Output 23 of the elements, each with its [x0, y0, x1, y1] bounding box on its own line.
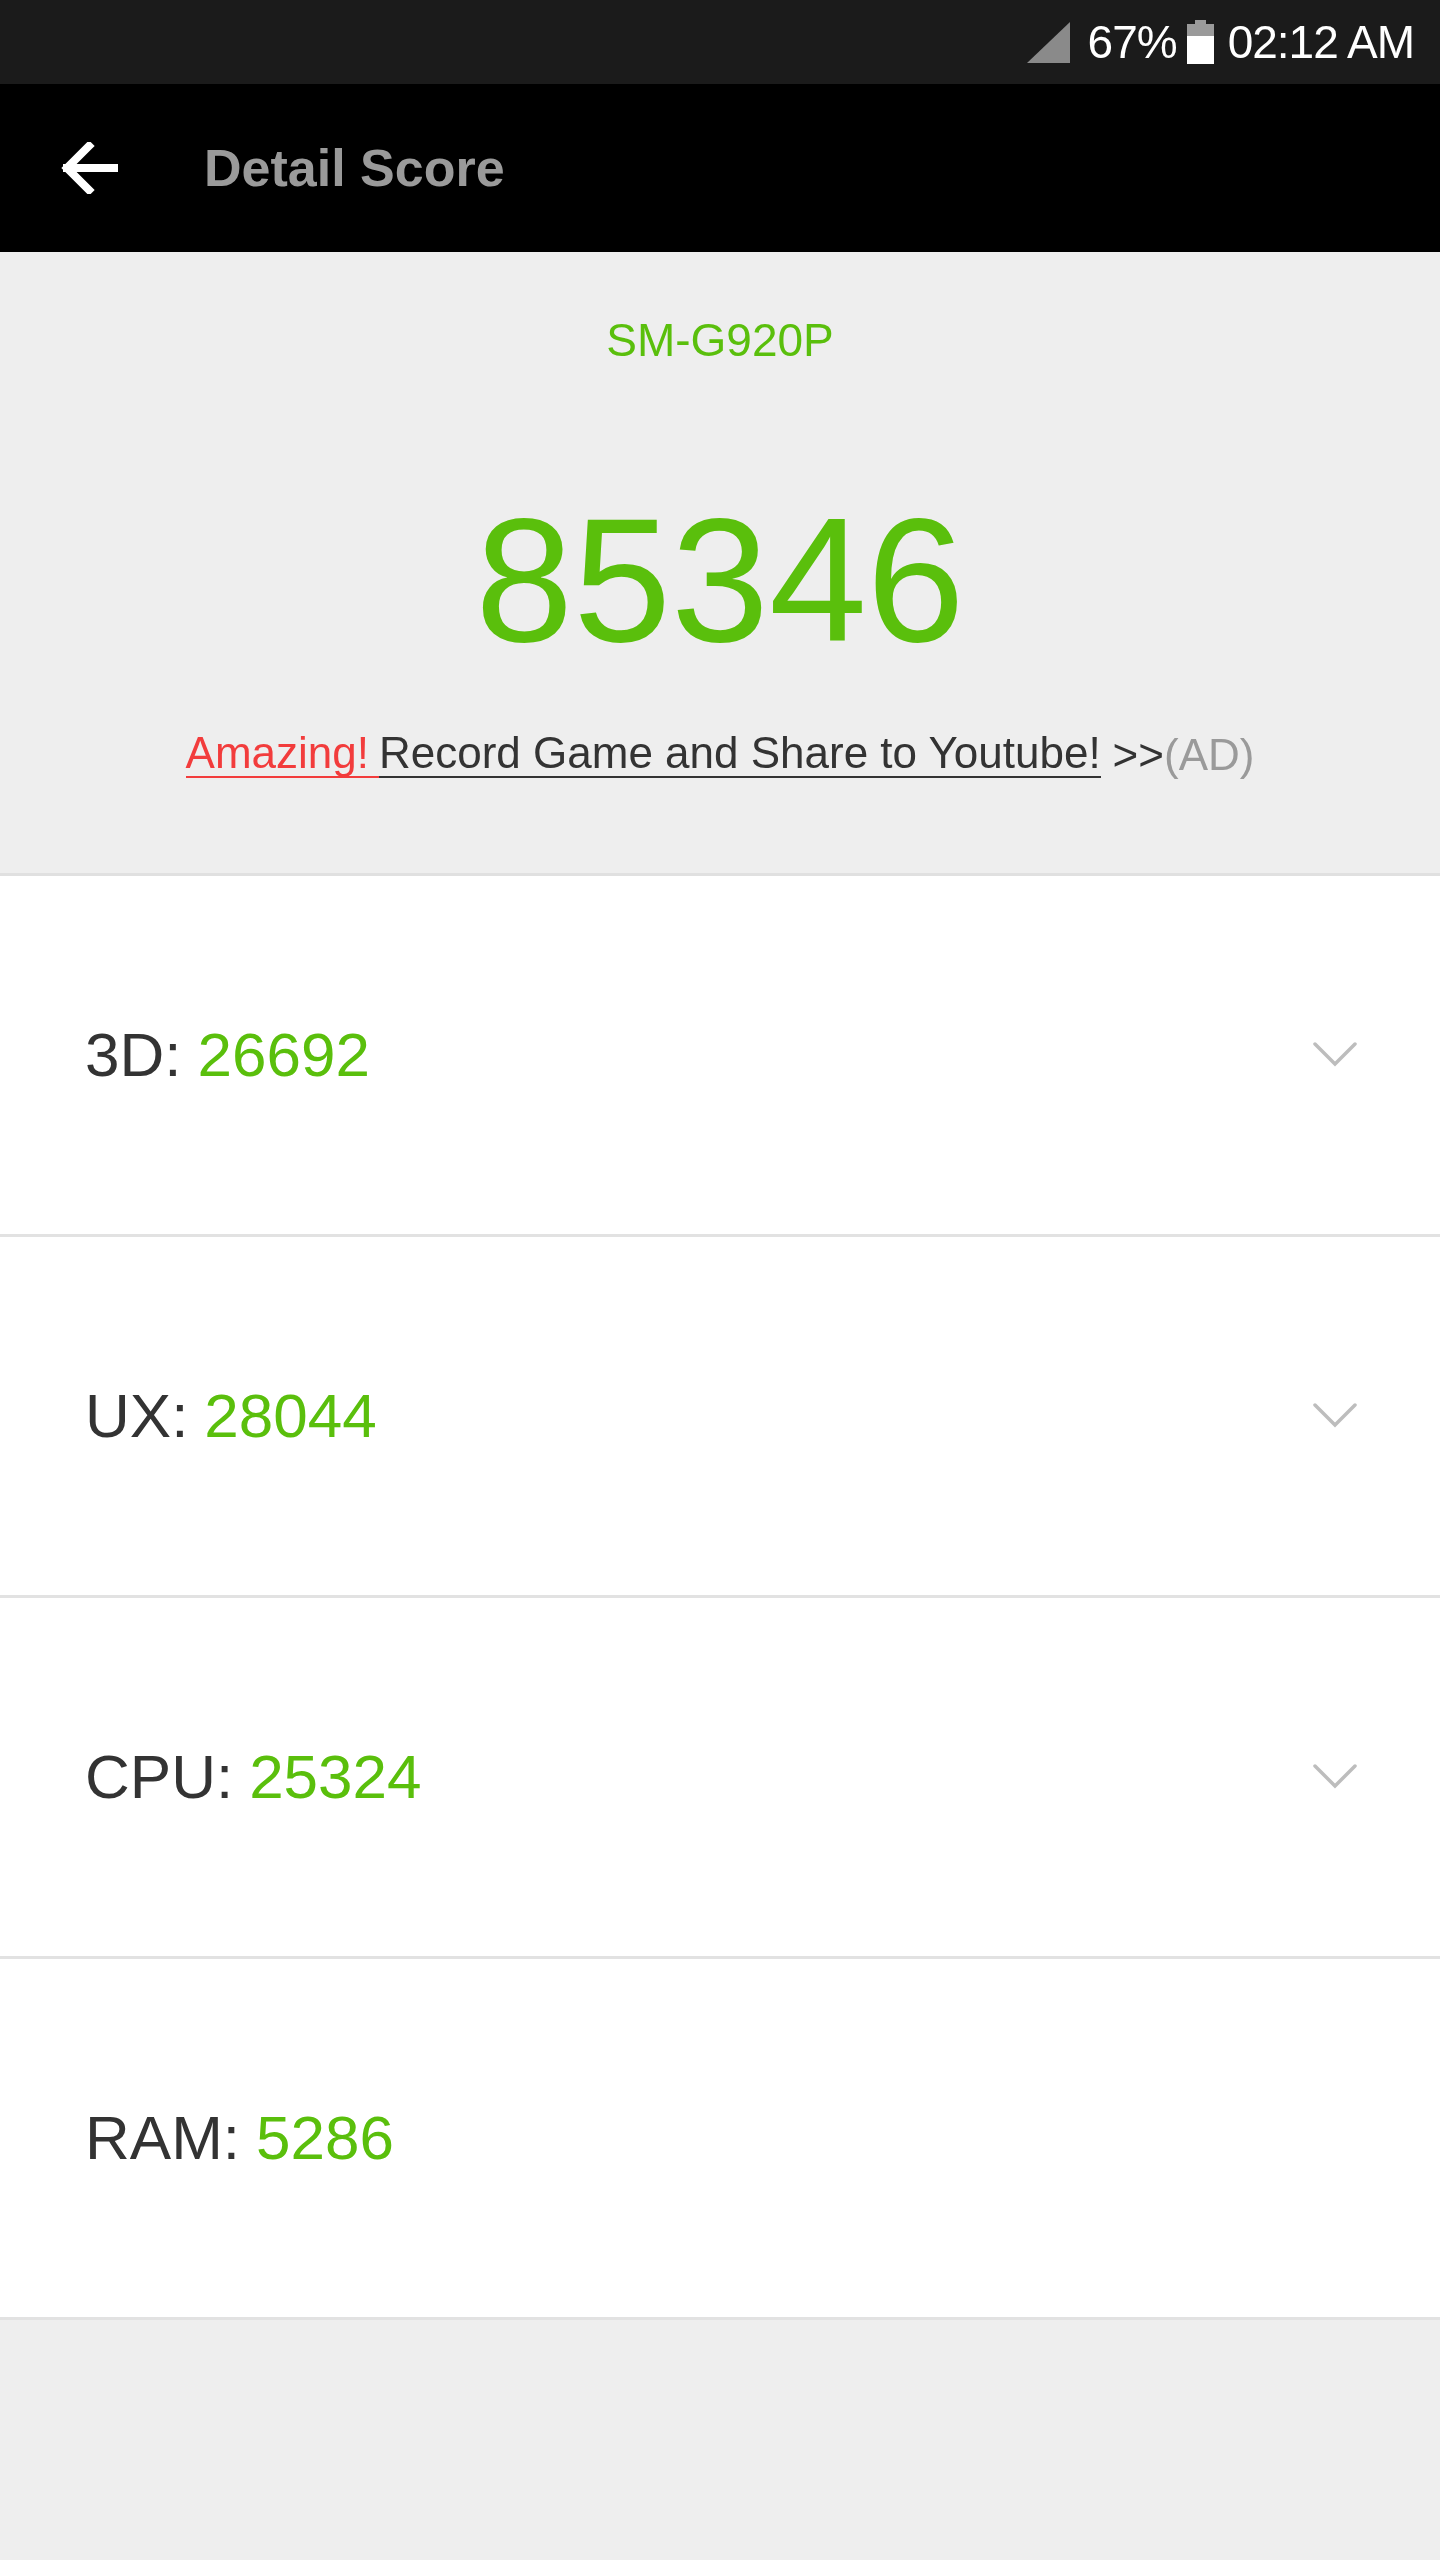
score-value: 5286 [256, 2107, 394, 2169]
signal-icon [1026, 21, 1070, 63]
device-model: SM-G920P [606, 316, 834, 364]
clock-time: 02:12 AM [1227, 19, 1414, 65]
battery-icon [1186, 20, 1214, 64]
total-score: 85346 [475, 492, 965, 668]
score-label: UX: [85, 1385, 189, 1447]
battery-percent: 67% [1087, 19, 1177, 65]
score-value: 25324 [249, 1746, 422, 1808]
score-value: 28044 [204, 1385, 377, 1447]
score-label: 3D: [85, 1024, 182, 1086]
score-label: RAM: [85, 2107, 240, 2169]
promo-arrows: >> [1112, 732, 1164, 779]
screen-title: Detail Score [204, 142, 505, 194]
score-row[interactable]: CPU: 25324 [0, 1598, 1440, 1959]
ad-label: (AD) [1164, 732, 1255, 779]
score-row[interactable]: UX: 28044 [0, 1237, 1440, 1598]
back-arrow-icon [59, 142, 118, 194]
back-button[interactable] [59, 142, 118, 194]
score-value: 26692 [197, 1024, 370, 1086]
score-row[interactable]: 3D: 26692 [0, 876, 1440, 1237]
score-label: CPU: [85, 1746, 234, 1808]
promo-link[interactable]: Record Game and Share to Youtube! [379, 730, 1101, 779]
